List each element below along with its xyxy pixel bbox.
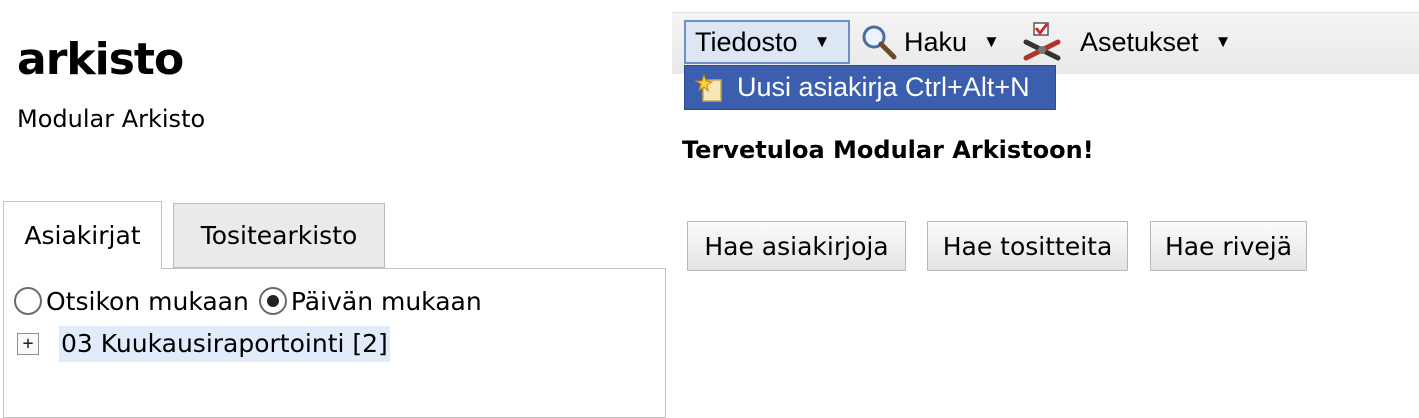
dropdown-item-label: Uusi asiakirja Ctrl+Alt+N <box>737 72 1030 102</box>
expand-plus-icon[interactable]: + <box>17 333 39 355</box>
right-pane: Tiedosto ▼ Haku ▼ Asetukset ▼ Tervetuloa… <box>672 0 1419 412</box>
menu-asetukset-label: Asetukset <box>1080 26 1199 57</box>
search-icon <box>862 25 897 60</box>
search-rows-button[interactable]: Hae rivejä <box>1150 221 1307 271</box>
app-title: arkisto <box>17 34 184 85</box>
sort-by-title-radio[interactable] <box>14 287 42 315</box>
menu-haku[interactable]: Haku ▼ <box>860 20 1000 64</box>
tree-item-label[interactable]: 03 Kuukausiraportointi [2] <box>59 326 390 362</box>
new-document-star-icon <box>695 72 722 102</box>
menu-tiedosto-label: Tiedosto <box>695 26 798 57</box>
chevron-down-icon: ▼ <box>813 32 831 51</box>
dropdown-item-new-document[interactable]: Uusi asiakirja Ctrl+Alt+N <box>684 65 1056 110</box>
sort-by-date-radio[interactable] <box>258 287 287 315</box>
sort-by-date-label[interactable]: Päivän mukaan <box>291 287 482 316</box>
sort-options: Otsikon mukaan Päivän mukaan <box>14 285 492 317</box>
radio-selected-dot <box>266 295 279 307</box>
menu-haku-label: Haku <box>904 26 968 57</box>
app-subtitle: Modular Arkisto <box>17 105 206 133</box>
search-documents-button[interactable]: Hae asiakirjoja <box>687 221 906 271</box>
sort-by-title-label[interactable]: Otsikon mukaan <box>46 287 249 316</box>
chevron-down-icon: ▼ <box>1214 32 1232 51</box>
welcome-heading: Tervetuloa Modular Arkistoon! <box>682 136 1094 164</box>
tab-asiakirjat[interactable]: Asiakirjat <box>3 201 162 269</box>
tree-item[interactable]: + 03 Kuukausiraportointi [2] <box>17 326 390 362</box>
settings-tools-icon <box>1023 22 1061 61</box>
menu-tiedosto[interactable]: Tiedosto ▼ <box>684 20 850 64</box>
tab-tositearkisto[interactable]: Tositearkisto <box>173 203 385 268</box>
search-vouchers-button[interactable]: Hae tositteita <box>927 221 1128 271</box>
chevron-down-icon: ▼ <box>983 32 1000 51</box>
left-pane: arkisto Modular Arkisto Asiakirjat Tosit… <box>0 0 672 418</box>
menu-asetukset[interactable]: Asetukset ▼ <box>1022 20 1231 64</box>
